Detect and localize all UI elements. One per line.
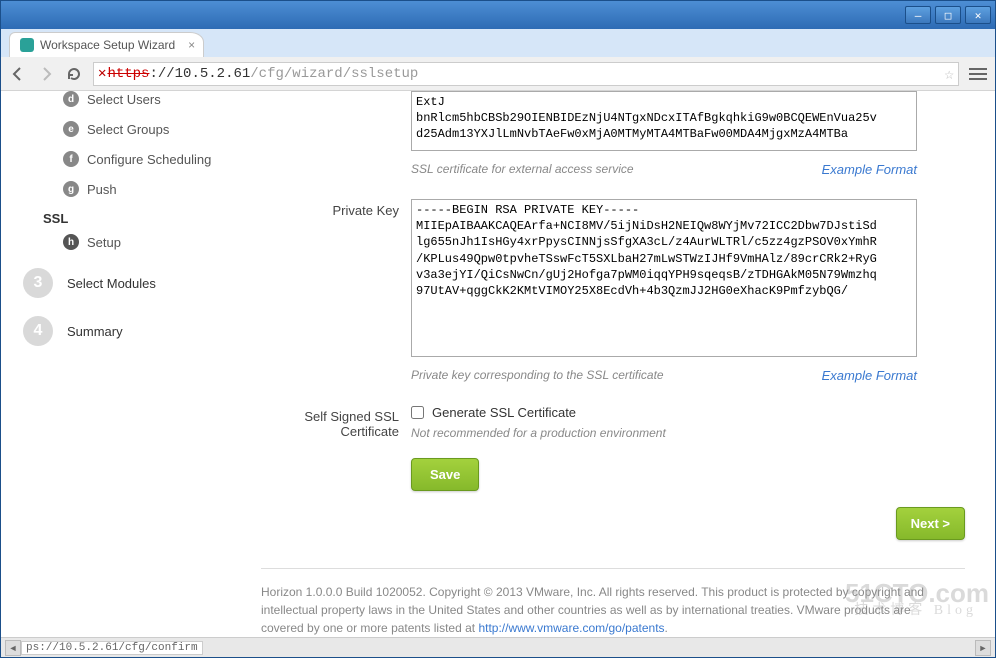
footer-divider [261,568,965,569]
scroll-right-icon[interactable]: ► [975,640,991,656]
key-hint: Private key corresponding to the SSL cer… [411,368,664,383]
next-button[interactable]: Next > [896,507,965,540]
step-bullet: d [63,91,79,107]
step-label: Select Modules [67,276,156,291]
step-label: Summary [67,324,123,339]
step-number: 3 [23,268,53,298]
step-bullet: e [63,121,79,137]
sidebar-item-select-groups[interactable]: e Select Groups [63,121,223,137]
sidebar-item-push[interactable]: g Push [63,181,223,197]
url-input[interactable]: ✕https://10.5.2.61/cfg/wizard/sslsetup ☆ [93,62,959,86]
sidebar-item-ssl-setup[interactable]: h Setup [63,234,223,250]
tab-title: Workspace Setup Wizard [40,38,175,52]
back-button[interactable] [9,65,27,83]
status-bar: ◄ ps://10.5.2.61/cfg/confirm ► [1,637,995,657]
close-button[interactable]: ✕ [965,6,991,24]
step-number: 4 [23,316,53,346]
minimize-button[interactable]: — [905,6,931,24]
sidebar-item-configure-scheduling[interactable]: f Configure Scheduling [63,151,223,167]
sidebar-step-summary[interactable]: 4 Summary [23,316,223,346]
status-url: ps://10.5.2.61/cfg/confirm [21,641,203,655]
save-button[interactable]: Save [411,458,479,491]
step-bullet: h [63,234,79,250]
step-label: Select Users [87,92,161,107]
address-bar: ✕https://10.5.2.61/cfg/wizard/sslsetup ☆ [1,57,995,91]
generate-ssl-checkbox[interactable] [411,406,424,419]
ssl-cert-textarea[interactable] [411,91,917,151]
maximize-button[interactable]: □ [935,6,961,24]
step-label: Setup [87,235,121,250]
step-bullet: f [63,151,79,167]
sidebar-item-select-users[interactable]: d Select Users [63,91,223,107]
wizard-sidebar: d Select Users e Select Groups f Configu… [23,91,223,346]
reload-button[interactable] [65,65,83,83]
step-label: Push [87,182,117,197]
ssl-heading: SSL [43,211,223,226]
favicon-icon [20,38,34,52]
step-label: Select Groups [87,122,169,137]
generate-ssl-label: Generate SSL Certificate [432,405,576,420]
step-bullet: g [63,181,79,197]
step-label: Configure Scheduling [87,152,211,167]
selfsigned-hint: Not recommended for a production environ… [411,426,965,440]
tab-close-icon[interactable]: × [188,38,195,52]
form-area: SSL certificate for external access serv… [261,91,965,637]
browser-tab[interactable]: Workspace Setup Wizard × [9,32,204,57]
patents-link[interactable]: http://www.vmware.com/go/patents [478,621,664,635]
insecure-icon: ✕ [98,65,106,82]
scroll-left-icon[interactable]: ◄ [5,640,21,656]
cert-example-link[interactable]: Example Format [822,162,917,177]
tab-bar: Workspace Setup Wizard × [1,29,995,57]
cert-hint: SSL certificate for external access serv… [411,162,634,177]
key-example-link[interactable]: Example Format [822,368,917,383]
private-key-label: Private Key [261,199,411,218]
footer-text: Horizon 1.0.0.0 Build 1020052. Copyright… [261,583,965,637]
forward-button[interactable] [37,65,55,83]
private-key-textarea[interactable] [411,199,917,357]
titlebar: — □ ✕ [1,1,995,29]
chrome-menu-button[interactable] [969,65,987,83]
bookmark-icon[interactable]: ☆ [944,64,954,84]
url-path: /cfg/wizard/sslsetup [250,66,418,82]
url-host: ://10.5.2.61 [149,66,250,82]
selfsigned-label: Self Signed SSL Certificate [261,405,411,439]
sidebar-step-select-modules[interactable]: 3 Select Modules [23,268,223,298]
url-scheme: https [107,66,149,82]
